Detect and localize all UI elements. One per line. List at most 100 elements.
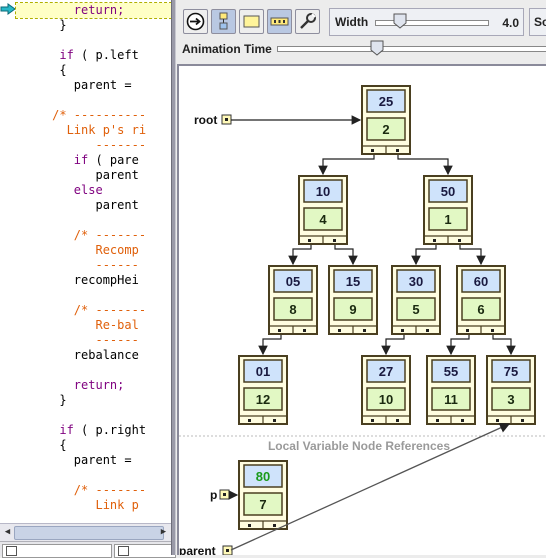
root-reference-dot bbox=[225, 118, 228, 121]
animation-time-slider-thumb[interactable] bbox=[370, 40, 384, 56]
width-control: Width 4.0 bbox=[329, 8, 524, 36]
tree-layout-icon bbox=[219, 12, 228, 30]
code-token: Link p bbox=[95, 498, 139, 512]
tree-node-50[interactable]: 50 1 bbox=[423, 175, 473, 245]
split-pane-divider[interactable] bbox=[171, 0, 176, 555]
tree-node-75[interactable]: 75 3 bbox=[486, 355, 536, 425]
code-token: parent bbox=[95, 168, 139, 182]
current-code-line: return; bbox=[15, 2, 171, 19]
code-token: ------- bbox=[95, 138, 147, 152]
node-key: 80 bbox=[256, 469, 270, 484]
node-key: 10 bbox=[316, 184, 330, 199]
code-line: if ( p.left bbox=[16, 48, 138, 63]
node-key: 50 bbox=[441, 184, 455, 199]
node-height: 1 bbox=[444, 212, 451, 227]
tree-node-10[interactable]: 10 4 bbox=[298, 175, 348, 245]
code-token: return; bbox=[73, 3, 125, 17]
box-icon bbox=[243, 15, 260, 28]
code-token: return; bbox=[73, 378, 125, 392]
code-horizontal-scrollbar[interactable]: ◀ ▶ bbox=[0, 523, 171, 541]
right-pointer-dot bbox=[303, 329, 306, 332]
left-pointer-dot bbox=[248, 419, 251, 422]
code-line: Recomp bbox=[16, 243, 138, 258]
tree-node-01[interactable]: 01 12 bbox=[238, 355, 288, 425]
code-line: } bbox=[16, 18, 66, 33]
node-height: 12 bbox=[256, 392, 270, 407]
code-line: rebalance bbox=[16, 348, 139, 363]
code-line: parent = bbox=[16, 453, 132, 468]
node-key: 05 bbox=[286, 274, 300, 289]
node-height: 3 bbox=[507, 392, 514, 407]
right-pointer-dot bbox=[461, 419, 464, 422]
left-pointer-dot bbox=[433, 239, 436, 242]
tree-node-05[interactable]: 05 8 bbox=[268, 265, 318, 335]
code-token: ------ bbox=[95, 258, 139, 272]
layout-button[interactable] bbox=[211, 9, 236, 34]
node-height: 2 bbox=[382, 122, 389, 137]
node-height: 6 bbox=[477, 302, 484, 317]
local-node-p[interactable]: 80 7 bbox=[238, 460, 288, 530]
code-line: if ( pare bbox=[16, 153, 139, 168]
tree-node-25[interactable]: 25 2 bbox=[361, 85, 411, 155]
code-token: } bbox=[59, 393, 67, 407]
width-slider-thumb[interactable] bbox=[393, 13, 407, 29]
right-pointer-dot bbox=[521, 419, 524, 422]
step-button[interactable] bbox=[183, 9, 208, 34]
execution-pointer-icon bbox=[0, 3, 16, 15]
code-gutter bbox=[0, 0, 16, 523]
tree-visualization-canvas: 25 2 10 4 50 1 05 8 15 9 30 5 60 6 01 12 27 10 55 11 75 3 root… bbox=[177, 64, 546, 555]
tree-node-15[interactable]: 15 9 bbox=[328, 265, 378, 335]
box-view-button[interactable] bbox=[239, 9, 264, 34]
code-line: Link p's ri bbox=[16, 123, 146, 138]
code-token: Link p's ri bbox=[66, 123, 147, 137]
node-key: 55 bbox=[444, 364, 458, 379]
scrollbar-thumb[interactable] bbox=[14, 526, 164, 540]
tree-node-60[interactable]: 60 6 bbox=[456, 265, 506, 335]
code-line: return; bbox=[16, 378, 125, 393]
code-token: parent = bbox=[73, 78, 132, 92]
bottom-field-right[interactable] bbox=[114, 544, 176, 558]
scale-button[interactable]: Sc bbox=[529, 8, 546, 36]
code-token: { bbox=[59, 63, 67, 77]
node-key: 25 bbox=[379, 94, 393, 109]
node-height: 4 bbox=[319, 212, 327, 227]
code-line: /* ------- bbox=[16, 228, 146, 243]
locals-section-label: Local Variable Node References bbox=[268, 439, 450, 453]
tree-node-30[interactable]: 30 5 bbox=[391, 265, 441, 335]
code-token: recompHei bbox=[73, 273, 139, 287]
array-icon bbox=[270, 17, 289, 26]
tree-node-55[interactable]: 55 11 bbox=[426, 355, 476, 425]
bottom-field-left[interactable] bbox=[2, 544, 112, 558]
width-value: 4.0 bbox=[502, 16, 519, 30]
code-token: rebalance bbox=[73, 348, 139, 362]
code-line: else bbox=[16, 183, 103, 198]
code-line: { bbox=[16, 63, 67, 78]
scroll-left-icon[interactable]: ◀ bbox=[2, 527, 13, 538]
node-height: 10 bbox=[379, 392, 393, 407]
code-line: ------- bbox=[16, 138, 146, 153]
node-key: 27 bbox=[379, 364, 393, 379]
code-token: parent = bbox=[73, 453, 132, 467]
width-slider-track[interactable] bbox=[375, 20, 489, 26]
tree-node-27[interactable]: 27 10 bbox=[361, 355, 411, 425]
left-pointer-dot bbox=[436, 419, 439, 422]
node-height: 5 bbox=[412, 302, 419, 317]
animation-time-control: Animation Time bbox=[177, 40, 546, 60]
code-line: parent bbox=[16, 198, 138, 213]
code-token: else bbox=[73, 183, 103, 197]
node-height: 8 bbox=[289, 302, 296, 317]
settings-button[interactable] bbox=[295, 9, 320, 34]
array-view-button[interactable] bbox=[267, 9, 292, 34]
animation-time-slider-track[interactable] bbox=[277, 46, 546, 52]
code-line: parent = bbox=[16, 78, 132, 93]
step-arrow-icon bbox=[186, 12, 205, 31]
code-token: ------ bbox=[95, 333, 139, 347]
node-key: 60 bbox=[474, 274, 488, 289]
source-code-panel: return; } if ( p.left { parent = /* ----… bbox=[0, 0, 171, 523]
scroll-right-icon[interactable]: ▶ bbox=[158, 527, 169, 538]
code-token: ( pare bbox=[88, 153, 139, 167]
code-token: if bbox=[59, 423, 74, 437]
left-pointer-dot bbox=[371, 419, 374, 422]
right-pointer-dot bbox=[396, 149, 399, 152]
code-token: ( p.right bbox=[73, 423, 147, 437]
